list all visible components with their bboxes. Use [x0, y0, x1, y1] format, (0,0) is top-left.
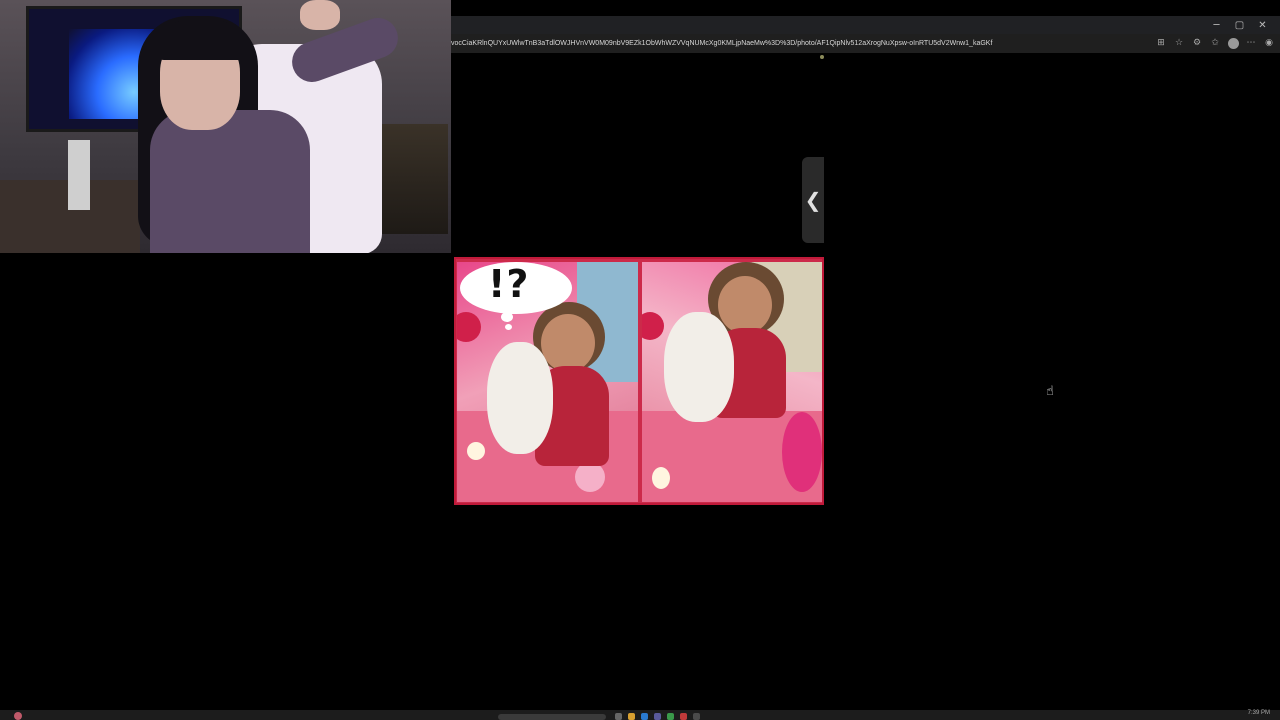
- taskbar-apps: [615, 713, 700, 720]
- previous-photo-button[interactable]: ❮: [802, 157, 824, 243]
- child-face: [718, 276, 772, 334]
- browser-titlebar: ─ ▢ ✕: [451, 16, 1280, 34]
- photo-panel-left: !?: [457, 262, 638, 502]
- window-controls: ─ ▢ ✕: [1205, 16, 1274, 34]
- app-icon[interactable]: [680, 713, 687, 720]
- decor-circle: [467, 442, 485, 460]
- start-icon[interactable]: [14, 712, 22, 720]
- plush-toy: [487, 342, 553, 454]
- photo-panel-right: [642, 262, 822, 502]
- star-icon[interactable]: ☆: [1172, 36, 1186, 50]
- restore-button[interactable]: ▢: [1228, 16, 1251, 34]
- more-icon[interactable]: ⋯: [1244, 36, 1258, 50]
- taskbar-clock[interactable]: 7:39 PM: [1248, 710, 1270, 716]
- browser-icon[interactable]: [641, 713, 648, 720]
- thought-bubble-text: !?: [488, 262, 530, 306]
- browser-toolbar: ⊞ ☆ ⚙ ✩ ⋯ ◉: [1154, 36, 1276, 50]
- photo-image[interactable]: !?: [454, 257, 824, 505]
- hand-pointer-icon: ☝: [1046, 384, 1054, 399]
- extensions-icon[interactable]: ⚙: [1190, 36, 1204, 50]
- thought-bubble: !?: [460, 262, 572, 314]
- thought-bubble-dot: [505, 324, 512, 330]
- webcam-person-body: [150, 110, 310, 253]
- file-explorer-icon[interactable]: [628, 713, 635, 720]
- webcam-person-bangs: [156, 20, 246, 60]
- decor-circle: [652, 467, 670, 489]
- close-button[interactable]: ✕: [1251, 16, 1274, 34]
- decor-circle: [575, 462, 605, 492]
- thought-bubble-dot: [501, 312, 513, 322]
- taskbar-search[interactable]: [498, 714, 606, 720]
- decor-flowers: [782, 412, 822, 492]
- webcam-tv-stand: [68, 140, 90, 210]
- plush-toy: [664, 312, 734, 422]
- decor-circle: [642, 312, 664, 340]
- task-view-icon[interactable]: [615, 713, 622, 720]
- loading-indicator: [820, 55, 824, 59]
- profile-icon[interactable]: [1226, 36, 1240, 50]
- app-icon[interactable]: [693, 713, 700, 720]
- app-icon[interactable]: [667, 713, 674, 720]
- favorites-icon[interactable]: ✩: [1208, 36, 1222, 50]
- app-icon[interactable]: [654, 713, 661, 720]
- chevron-left-icon: ❮: [804, 188, 822, 212]
- url-field[interactable]: vocCiaKRlnQUYxUWlwTnB3aTdlOWJHVnVW0M09nb…: [451, 38, 1151, 49]
- webcam-overlay: [0, 0, 451, 253]
- address-bar: vocCiaKRlnQUYxUWlwTnB3aTdlOWJHVnVW0M09nb…: [451, 34, 1280, 54]
- taskbar: 7:39 PM: [0, 710, 1280, 720]
- decor-circle: [457, 312, 481, 342]
- copilot-icon[interactable]: ◉: [1262, 36, 1276, 50]
- apps-icon[interactable]: ⊞: [1154, 36, 1168, 50]
- webcam-person-hand: [300, 0, 340, 30]
- minimize-button[interactable]: ─: [1205, 16, 1228, 34]
- child-face: [541, 314, 595, 372]
